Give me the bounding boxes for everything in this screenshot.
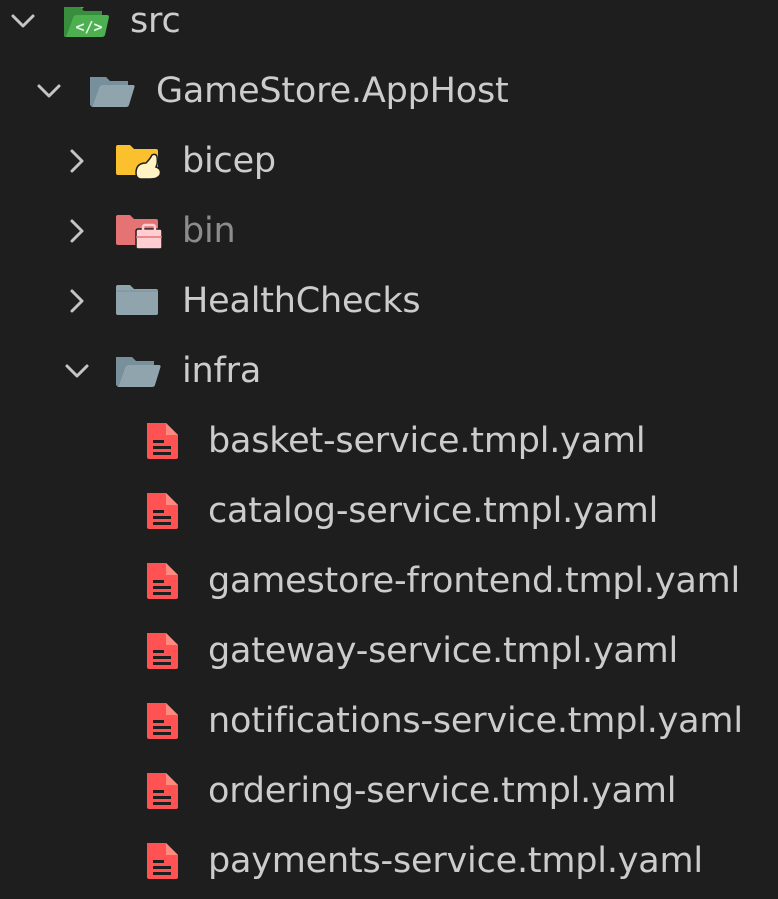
tree-item-infra[interactable]: infra (0, 336, 778, 406)
folder-src-open-icon: </> (64, 7, 109, 37)
tree-item-file[interactable]: gamestore-frontend.tmpl.yaml (0, 546, 778, 616)
tree-item-label: infra (182, 351, 262, 391)
tree-item-bin[interactable]: bin (0, 196, 778, 266)
tree-item-file[interactable]: basket-service.tmpl.yaml (0, 406, 778, 476)
yaml-file-icon (147, 633, 178, 669)
tree-item-label: notifications-service.tmpl.yaml (208, 701, 743, 741)
tree-item-label: gateway-service.tmpl.yaml (208, 631, 679, 671)
tree-item-label: bin (182, 211, 236, 251)
tree-item-gamestore-apphost[interactable]: GameStore.AppHost (0, 56, 778, 126)
tree-item-label: src (130, 1, 181, 41)
tree-item-label: bicep (182, 141, 276, 181)
chevron-right-icon[interactable] (62, 216, 92, 246)
folder-closed-icon (116, 285, 158, 315)
tree-item-file[interactable]: payments-service.tmpl.yaml (0, 826, 778, 896)
tree-item-label: payments-service.tmpl.yaml (208, 841, 703, 881)
tree-item-label: HealthChecks (182, 281, 421, 321)
yaml-file-icon (147, 423, 178, 459)
tree-item-label: ordering-service.tmpl.yaml (208, 771, 677, 811)
chevron-right-icon[interactable] (62, 146, 92, 176)
chevron-down-icon[interactable] (8, 6, 38, 36)
chevron-right-icon[interactable] (62, 286, 92, 316)
tree-item-file[interactable]: notifications-service.tmpl.yaml (0, 686, 778, 756)
yaml-file-icon (147, 843, 178, 879)
yaml-file-icon (147, 773, 178, 809)
tree-item-src[interactable]: </> src (0, 0, 778, 56)
svg-text:</>: </> (75, 18, 102, 36)
tree-item-bicep[interactable]: bicep (0, 126, 778, 196)
tree-item-file[interactable]: gateway-service.tmpl.yaml (0, 616, 778, 686)
tree-item-label: catalog-service.tmpl.yaml (208, 491, 659, 531)
yaml-file-icon (147, 563, 178, 599)
tree-item-label: basket-service.tmpl.yaml (208, 421, 646, 461)
tree-item-file[interactable]: ordering-service.tmpl.yaml (0, 756, 778, 826)
folder-bin-icon (116, 215, 162, 250)
yaml-file-icon (147, 703, 178, 739)
tree-item-label: gamestore-frontend.tmpl.yaml (208, 561, 741, 601)
folder-open-icon (90, 77, 135, 107)
chevron-down-icon[interactable] (34, 76, 64, 106)
folder-open-icon (116, 357, 161, 387)
yaml-file-icon (147, 493, 178, 529)
folder-bicep-icon (116, 145, 162, 180)
chevron-down-icon[interactable] (62, 356, 92, 386)
file-explorer-tree: </> src GameStore.AppHost bicep bin Heal… (0, 0, 778, 899)
tree-item-healthchecks[interactable]: HealthChecks (0, 266, 778, 336)
tree-item-label: GameStore.AppHost (156, 71, 509, 111)
tree-item-file[interactable]: catalog-service.tmpl.yaml (0, 476, 778, 546)
